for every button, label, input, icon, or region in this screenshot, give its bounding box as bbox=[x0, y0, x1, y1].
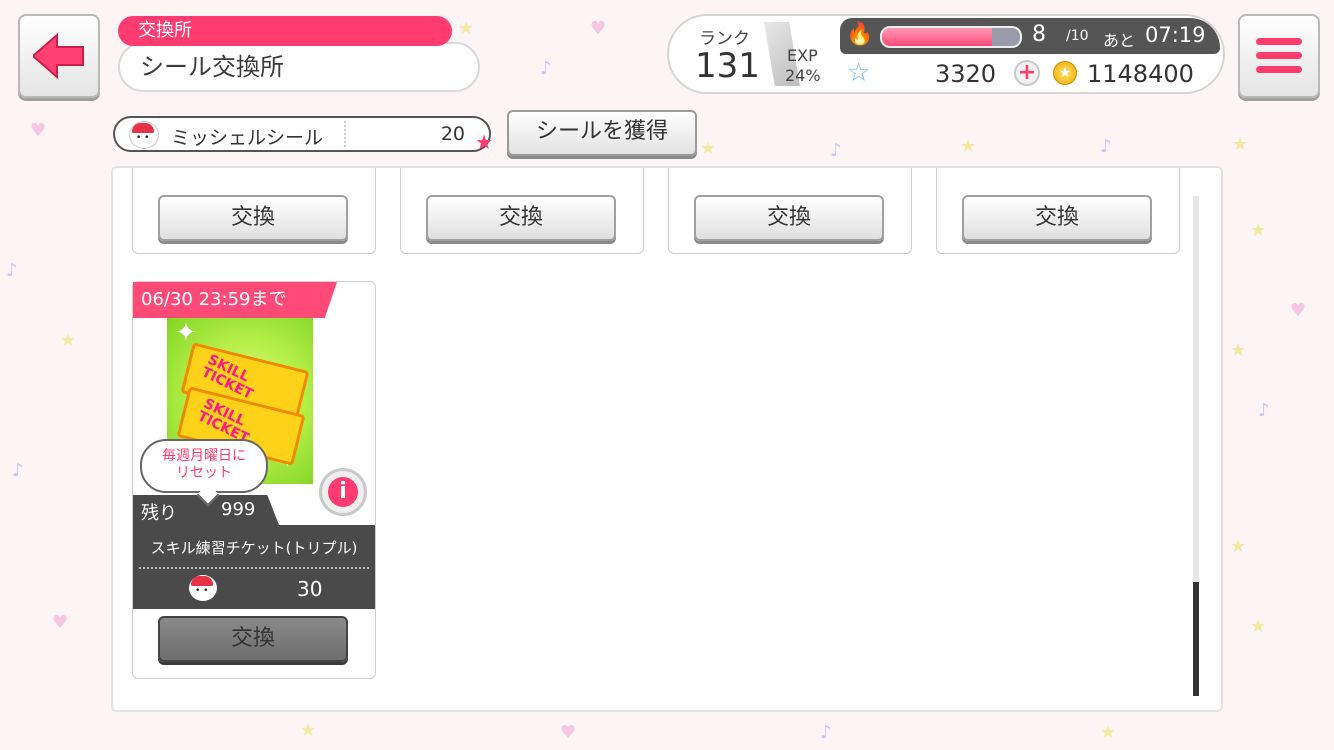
exchange-button[interactable]: 交換 bbox=[158, 195, 348, 241]
exp-label: EXP bbox=[787, 46, 818, 65]
michelle-seal-icon bbox=[189, 575, 217, 601]
stamina-panel: 🔥 8 /10 あと 07:19 bbox=[840, 18, 1220, 54]
remaining-label: 残り bbox=[141, 503, 177, 524]
exchange-button[interactable]: 交換 bbox=[962, 195, 1152, 241]
get-seal-button[interactable]: シールを獲得 bbox=[507, 110, 697, 156]
arrow-left-icon bbox=[33, 33, 84, 79]
stamina-timer: 07:19 bbox=[1145, 23, 1206, 47]
item-cost: 30 bbox=[297, 577, 323, 601]
player-status-panel: ランク 131 EXP 24% 🔥 8 /10 あと 07:19 ☆ 3320 … bbox=[667, 14, 1225, 94]
item-card-top-4: 交換 bbox=[936, 168, 1180, 254]
seal-count: 20 bbox=[440, 123, 465, 145]
seal-divider bbox=[344, 121, 346, 147]
reset-note-line2: リセット bbox=[176, 465, 232, 481]
scrollbar[interactable] bbox=[1193, 196, 1199, 696]
exp-value: 24% bbox=[785, 66, 821, 85]
scrollbar-thumb[interactable] bbox=[1193, 582, 1199, 696]
exchange-button[interactable]: 交換 bbox=[158, 616, 348, 662]
stamina-current: 8 bbox=[1032, 22, 1046, 47]
item-info-panel: スキル練習チケット(トリプル) 30 bbox=[133, 525, 375, 609]
info-icon: i bbox=[328, 477, 358, 507]
exchange-button[interactable]: 交換 bbox=[694, 195, 884, 241]
rank-value: 131 bbox=[695, 46, 760, 86]
menu-button[interactable] bbox=[1238, 14, 1320, 98]
star-icon: ☆ bbox=[847, 58, 871, 88]
seal-name: ミッシェルシール bbox=[171, 127, 324, 149]
page-title-area: シール交換所 交換所 bbox=[118, 16, 480, 94]
stamina-bar-fill bbox=[882, 28, 993, 46]
back-button[interactable] bbox=[18, 14, 100, 98]
item-card-top-1: 交換 bbox=[132, 168, 376, 254]
add-gems-button[interactable]: + bbox=[1014, 60, 1040, 86]
star-gem-count: 3320 bbox=[935, 60, 997, 88]
reset-note-bubble: 毎週月曜日に リセット bbox=[140, 439, 268, 493]
exchange-item-grid: 交換 交換 交換 交換 ✦ ✦ SKILL TICKET SKILL TICKE… bbox=[111, 166, 1223, 712]
stamina-max: /10 bbox=[1066, 28, 1089, 44]
item-name: スキル練習チケット(トリプル) bbox=[150, 539, 358, 557]
page-subtitle: 交換所 bbox=[118, 16, 452, 46]
michelle-seal-icon bbox=[129, 121, 159, 149]
item-card-top-3: 交換 bbox=[668, 168, 912, 254]
deadline-banner: 06/30 23:59まで bbox=[133, 282, 337, 318]
info-button[interactable]: i bbox=[319, 468, 367, 516]
plus-icon: + bbox=[1017, 60, 1037, 85]
star-badge-icon: ★ bbox=[475, 130, 493, 154]
seal-counter: ミッシェルシール 20 ★ bbox=[113, 116, 493, 154]
page-title: シール交換所 bbox=[118, 42, 480, 92]
exchange-button[interactable]: 交換 bbox=[426, 195, 616, 241]
coin-count: 1148400 bbox=[1087, 60, 1194, 88]
coin-icon: ★ bbox=[1053, 61, 1077, 85]
reset-note-line1: 毎週月曜日に bbox=[162, 448, 246, 464]
item-card-top-2: 交換 bbox=[400, 168, 644, 254]
stamina-bar bbox=[880, 26, 1022, 48]
stamina-remaining-label: あと bbox=[1103, 31, 1136, 50]
item-card: ✦ ✦ SKILL TICKET SKILL TICKET 06/30 23:5… bbox=[132, 281, 376, 679]
hamburger-icon bbox=[1256, 38, 1302, 73]
item-divider bbox=[139, 567, 369, 569]
fire-icon: 🔥 bbox=[846, 22, 874, 47]
remaining-value: 999 bbox=[221, 499, 256, 520]
